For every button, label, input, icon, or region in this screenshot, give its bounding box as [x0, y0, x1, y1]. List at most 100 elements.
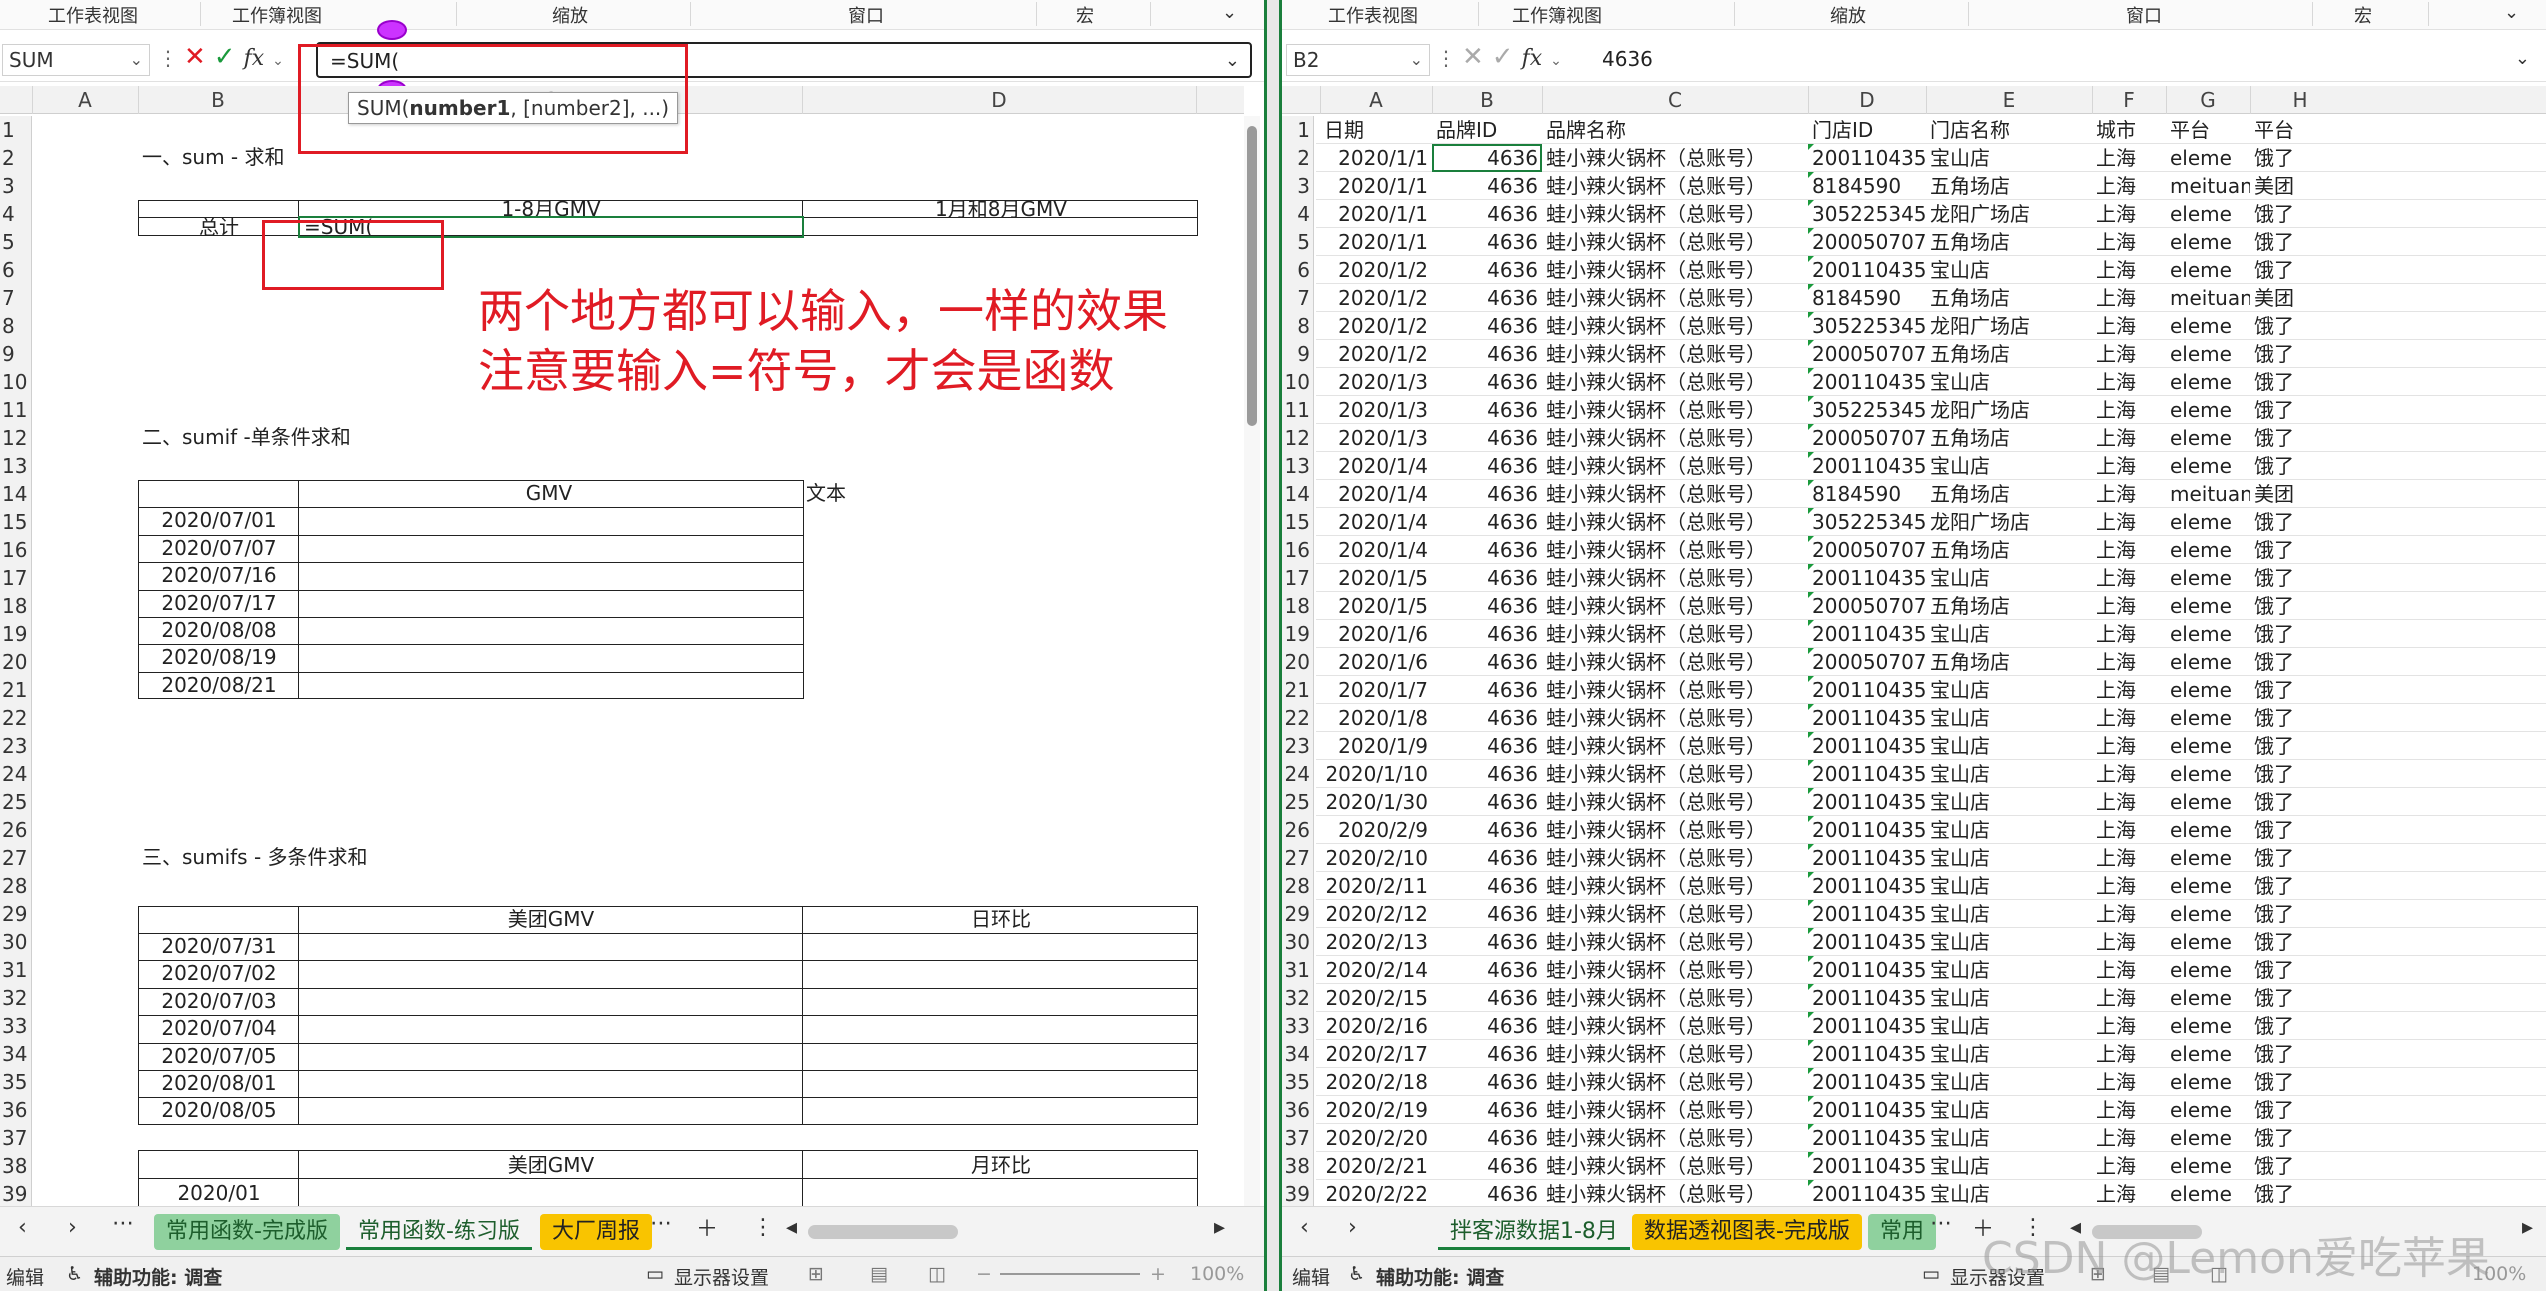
- data-cell[interactable]: 2020/1/1: [1320, 172, 1432, 200]
- data-cell[interactable]: 蛙小辣火锅杯（总账号）: [1542, 844, 1808, 872]
- data-cell[interactable]: 2020/1/10: [1320, 760, 1432, 788]
- data-cell[interactable]: 饿了: [2250, 200, 2350, 228]
- column-header-d[interactable]: D: [1808, 88, 1926, 112]
- chevron-down-icon[interactable]: ⌄: [1550, 53, 1562, 69]
- data-cell[interactable]: 上海: [2092, 648, 2166, 676]
- data-cell[interactable]: 2020/1/4: [1320, 452, 1432, 480]
- ribbon-collapse-icon[interactable]: ⌄: [1222, 2, 1237, 23]
- data-cell[interactable]: 蛙小辣火锅杯（总账号）: [1542, 1152, 1808, 1180]
- data-cell[interactable]: 蛙小辣火锅杯（总账号）: [1542, 788, 1808, 816]
- data-cell[interactable]: 蛙小辣火锅杯（总账号）: [1542, 172, 1808, 200]
- column-header-b[interactable]: B: [1432, 88, 1542, 112]
- data-cell[interactable]: 蛙小辣火锅杯（总账号）: [1542, 452, 1808, 480]
- column-header-h[interactable]: H: [2250, 88, 2350, 112]
- more-tabs-icon[interactable]: ⋯: [1930, 1211, 1952, 1236]
- data-cell[interactable]: 上海: [2092, 144, 2166, 172]
- header-meituan-gmv-monthly[interactable]: 美团GMV: [300, 1152, 802, 1178]
- data-cell[interactable]: eleme: [2166, 340, 2250, 368]
- data-cell[interactable]: 4636: [1432, 396, 1542, 424]
- expand-formula-icon[interactable]: ⌄: [2515, 42, 2530, 76]
- insert-function-icon[interactable]: fx: [1522, 46, 1543, 71]
- page-layout-icon[interactable]: ▤: [870, 1263, 888, 1285]
- ribbon-collapse-icon[interactable]: ⌄: [2504, 2, 2519, 23]
- data-cell[interactable]: 2001104355: [1808, 1180, 1926, 1206]
- data-cell[interactable]: 宝山店: [1926, 872, 2092, 900]
- page-break-icon[interactable]: ◫: [928, 1263, 946, 1285]
- data-cell[interactable]: eleme: [2166, 256, 2250, 284]
- data-cell[interactable]: 饿了: [2250, 368, 2350, 396]
- data-cell[interactable]: 上海: [2092, 900, 2166, 928]
- scroll-right-icon[interactable]: ▸: [1214, 1215, 1225, 1240]
- data-cell[interactable]: 上海: [2092, 536, 2166, 564]
- data-cell[interactable]: 4636: [1432, 172, 1542, 200]
- data-cell[interactable]: 饿了: [2250, 452, 2350, 480]
- data-cell[interactable]: 蛙小辣火锅杯（总账号）: [1542, 1096, 1808, 1124]
- data-cell[interactable]: 上海: [2092, 368, 2166, 396]
- data-cell[interactable]: 饿了: [2250, 144, 2350, 172]
- more-options-icon[interactable]: ⋮: [1436, 46, 1456, 70]
- data-cell[interactable]: 2001104355: [1808, 704, 1926, 732]
- data-cell[interactable]: 上海: [2092, 396, 2166, 424]
- data-cell[interactable]: 上海: [2092, 1068, 2166, 1096]
- data-cell[interactable]: 宝山店: [1926, 704, 2092, 732]
- data-cell[interactable]: 4636: [1432, 1096, 1542, 1124]
- data-cell[interactable]: 蛙小辣火锅杯（总账号）: [1542, 508, 1808, 536]
- data-cell[interactable]: 上海: [2092, 1096, 2166, 1124]
- data-cell[interactable]: eleme: [2166, 1096, 2250, 1124]
- cancel-icon[interactable]: ✕: [184, 42, 206, 72]
- column-header-g[interactable]: G: [2166, 88, 2250, 112]
- data-cell[interactable]: 宝山店: [1926, 984, 2092, 1012]
- cancel-icon[interactable]: ✕: [1462, 42, 1484, 72]
- date-cell[interactable]: 2020/08/21: [140, 672, 298, 698]
- data-cell[interactable]: 8184590: [1808, 480, 1926, 508]
- data-cell[interactable]: 2020/1/30: [1320, 788, 1432, 816]
- data-cell[interactable]: 美团: [2250, 480, 2350, 508]
- data-cell[interactable]: 蛙小辣火锅杯（总账号）: [1542, 872, 1808, 900]
- data-cell[interactable]: 宝山店: [1926, 620, 2092, 648]
- data-cell[interactable]: 2020/1/2: [1320, 312, 1432, 340]
- data-cell[interactable]: 上海: [2092, 340, 2166, 368]
- data-cell[interactable]: 五角场店: [1926, 480, 2092, 508]
- data-cell[interactable]: 4636: [1432, 928, 1542, 956]
- data-cell[interactable]: 2020/1/1: [1320, 228, 1432, 256]
- data-cell[interactable]: 饿了: [2250, 1124, 2350, 1152]
- next-sheet-icon[interactable]: ›: [1348, 1215, 1357, 1240]
- tab-weekly-report[interactable]: 大厂周报: [540, 1214, 653, 1250]
- add-sheet-icon[interactable]: ＋: [696, 1211, 718, 1243]
- ribbon-zoom[interactable]: 缩放: [1830, 2, 1866, 28]
- data-cell[interactable]: 2020/1/1: [1320, 144, 1432, 172]
- data-cell[interactable]: 蛙小辣火锅杯（总账号）: [1542, 760, 1808, 788]
- data-cell[interactable]: eleme: [2166, 648, 2250, 676]
- normal-view-icon[interactable]: ⊞: [808, 1263, 824, 1285]
- data-cell[interactable]: 蛙小辣火锅杯（总账号）: [1542, 424, 1808, 452]
- data-cell[interactable]: 宝山店: [1926, 144, 2092, 172]
- data-cell[interactable]: 2001104355: [1808, 844, 1926, 872]
- data-cell[interactable]: 饿了: [2250, 1068, 2350, 1096]
- data-cell[interactable]: 宝山店: [1926, 1040, 2092, 1068]
- data-cell[interactable]: 4636: [1432, 844, 1542, 872]
- data-cell[interactable]: 2000507076: [1808, 424, 1926, 452]
- tab-source-data[interactable]: 拌客源数据1-8月: [1438, 1214, 1630, 1250]
- data-cell[interactable]: 2020/2/15: [1320, 984, 1432, 1012]
- data-cell[interactable]: 305225345: [1808, 200, 1926, 228]
- data-cell[interactable]: 2020/1/8: [1320, 704, 1432, 732]
- ribbon-macros[interactable]: 宏: [2354, 2, 2372, 28]
- date-cell[interactable]: 2020/07/01: [140, 507, 298, 533]
- data-cell[interactable]: eleme: [2166, 200, 2250, 228]
- date-cell[interactable]: 2020/07/16: [140, 562, 298, 588]
- data-cell[interactable]: 305225345: [1808, 396, 1926, 424]
- name-box[interactable]: SUM ⌄: [2, 44, 150, 76]
- data-cell[interactable]: eleme: [2166, 760, 2250, 788]
- data-cell[interactable]: 宝山店: [1926, 1180, 2092, 1206]
- data-cell[interactable]: 蛙小辣火锅杯（总账号）: [1542, 564, 1808, 592]
- insert-function-icon[interactable]: fx: [244, 46, 265, 71]
- column-header-e[interactable]: E: [1926, 88, 2092, 112]
- tab-common[interactable]: 常用: [1868, 1214, 1937, 1250]
- scroll-right-icon[interactable]: ▸: [2522, 1215, 2533, 1240]
- data-cell[interactable]: 4636: [1432, 480, 1542, 508]
- next-sheet-icon[interactable]: ›: [68, 1215, 77, 1240]
- table-header-cell[interactable]: GMV: [300, 480, 798, 506]
- data-cell[interactable]: 2020/2/11: [1320, 872, 1432, 900]
- data-cell[interactable]: 饿了: [2250, 256, 2350, 284]
- data-cell[interactable]: 蛙小辣火锅杯（总账号）: [1542, 368, 1808, 396]
